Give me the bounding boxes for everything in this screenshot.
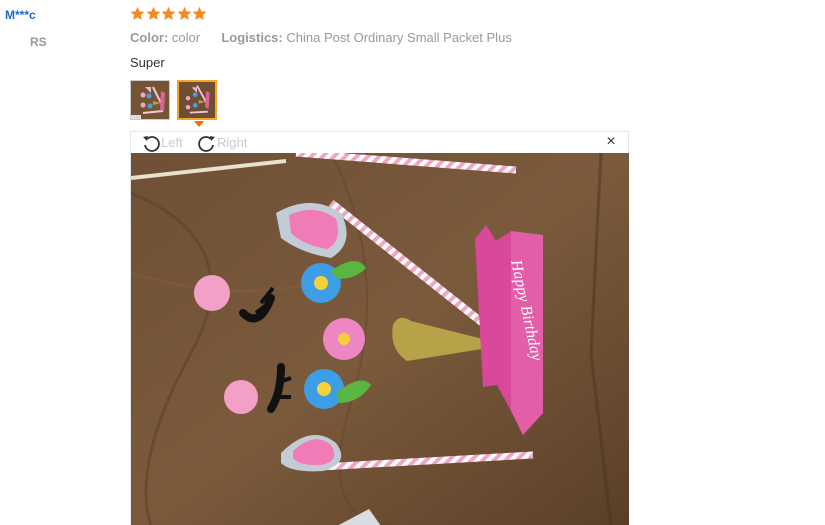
star-icon [177, 6, 191, 20]
viewer-toolbar: Left Right × [131, 132, 628, 153]
thumbnail-image [131, 81, 169, 119]
reviewer-country: RS [30, 35, 47, 49]
selected-thumbnail-pointer [194, 121, 204, 127]
review-photo-thumbnail[interactable] [130, 80, 170, 120]
logistics-value: China Post Ordinary Small Packet Plus [286, 30, 512, 45]
review-photo-thumbnail-selected[interactable] [177, 80, 217, 120]
rotate-left-icon [143, 135, 160, 152]
star-icon [146, 6, 160, 20]
review-item: M***c RS Color: color Logistics: China P… [0, 0, 825, 525]
rotate-left-button[interactable]: Left [141, 132, 183, 153]
review-attributes: Color: color Logistics: China Post Ordin… [130, 30, 512, 45]
thumbnail-image [179, 82, 215, 118]
close-icon[interactable]: × [604, 134, 618, 150]
rotate-left-label: Left [161, 135, 183, 150]
star-icon [161, 6, 176, 20]
rotate-right-icon [198, 135, 215, 152]
star-icon [192, 6, 207, 20]
color-value: color [171, 30, 201, 45]
rotate-right-button[interactable]: Right [197, 132, 247, 153]
logistics-label: Logistics: [221, 30, 283, 45]
star-icon [130, 6, 145, 20]
rotate-right-label: Right [217, 135, 248, 150]
review-photo-image: Happy Birthday [131, 153, 629, 525]
photo-viewer: Left Right × Happy Birthday [130, 131, 629, 525]
star-rating [130, 6, 208, 23]
review-photo: Happy Birthday [131, 153, 629, 525]
color-label: Color: [130, 30, 169, 45]
reviewer-name[interactable]: M***c [5, 8, 36, 22]
review-text: Super [130, 55, 165, 70]
